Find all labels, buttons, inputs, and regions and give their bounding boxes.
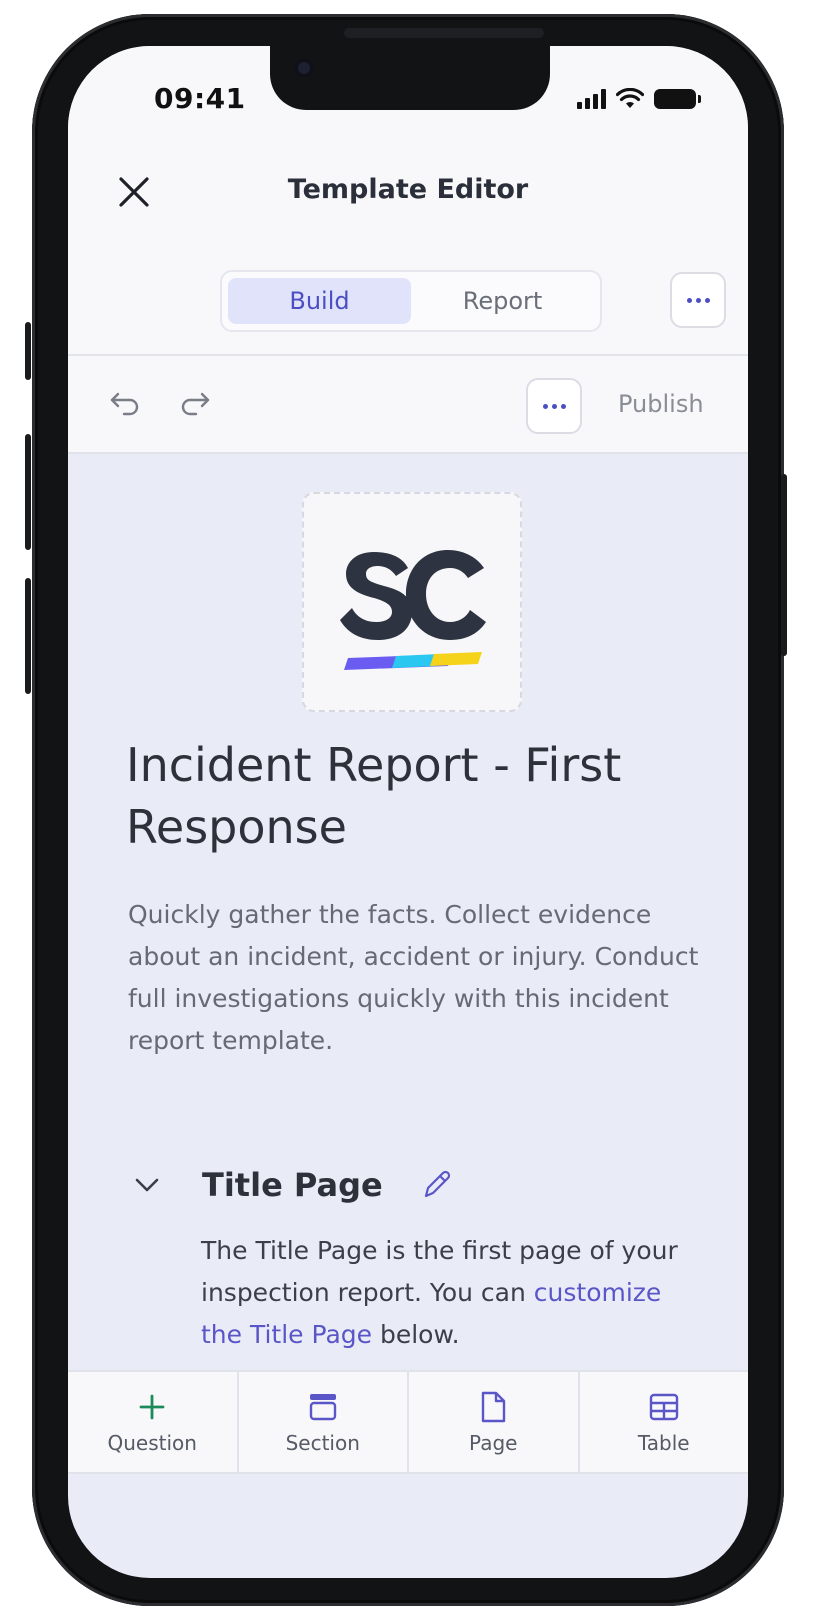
template-logo-box[interactable] <box>302 492 522 712</box>
chevron-down-icon[interactable] <box>132 1170 162 1200</box>
section-desc-suffix: below. <box>372 1320 460 1349</box>
template-title[interactable]: Incident Report - First Response <box>126 734 706 858</box>
template-description[interactable]: Quickly gather the facts. Collect eviden… <box>128 894 708 1062</box>
section-title[interactable]: Title Page <box>202 1166 383 1204</box>
tab-build[interactable]: Build <box>228 278 411 324</box>
more-options-button[interactable] <box>670 272 726 328</box>
undo-icon[interactable] <box>106 386 146 422</box>
more-icon <box>542 403 548 409</box>
silent-switch <box>25 322 31 380</box>
page-title: Template Editor <box>287 174 529 205</box>
add-table-button[interactable]: Table <box>580 1372 749 1472</box>
volume-up-button <box>25 434 31 550</box>
header-divider <box>68 354 748 356</box>
plus-icon <box>134 1389 170 1425</box>
cellular-signal-icon <box>577 89 606 109</box>
table-label: Table <box>637 1431 690 1455</box>
more-icon <box>686 297 692 303</box>
publish-button[interactable]: Publish <box>618 390 704 418</box>
power-button <box>781 474 787 656</box>
notch <box>270 46 550 110</box>
page-label: Page <box>469 1431 518 1455</box>
section-description: The Title Page is the first page of your… <box>201 1230 681 1356</box>
volume-down-button <box>25 578 31 694</box>
question-label: Question <box>107 1431 197 1455</box>
table-icon <box>646 1389 682 1425</box>
front-camera <box>294 58 314 78</box>
section-icon <box>305 1389 341 1425</box>
earpiece-speaker <box>344 28 544 38</box>
wifi-icon <box>616 88 644 108</box>
pencil-icon[interactable] <box>420 1168 454 1202</box>
phone-screen: 09:41 Template Editor Build Report Publi… <box>68 46 748 1578</box>
toolbar-more-button[interactable] <box>526 378 582 434</box>
sc-logo <box>340 550 486 670</box>
status-time: 09:41 <box>154 82 246 115</box>
add-item-toolbar: Question Section Page Table <box>68 1370 748 1474</box>
toolbar-divider <box>68 452 748 454</box>
battery-icon <box>654 89 701 109</box>
add-page-button[interactable]: Page <box>409 1372 580 1472</box>
status-icons <box>577 88 701 110</box>
build-report-toggle: Build Report <box>220 270 602 332</box>
add-section-button[interactable]: Section <box>239 1372 409 1472</box>
add-question-button[interactable]: Question <box>68 1372 239 1472</box>
tab-report[interactable]: Report <box>411 278 594 324</box>
section-label: Section <box>285 1431 360 1455</box>
redo-icon[interactable] <box>174 386 214 422</box>
page-icon <box>475 1389 511 1425</box>
